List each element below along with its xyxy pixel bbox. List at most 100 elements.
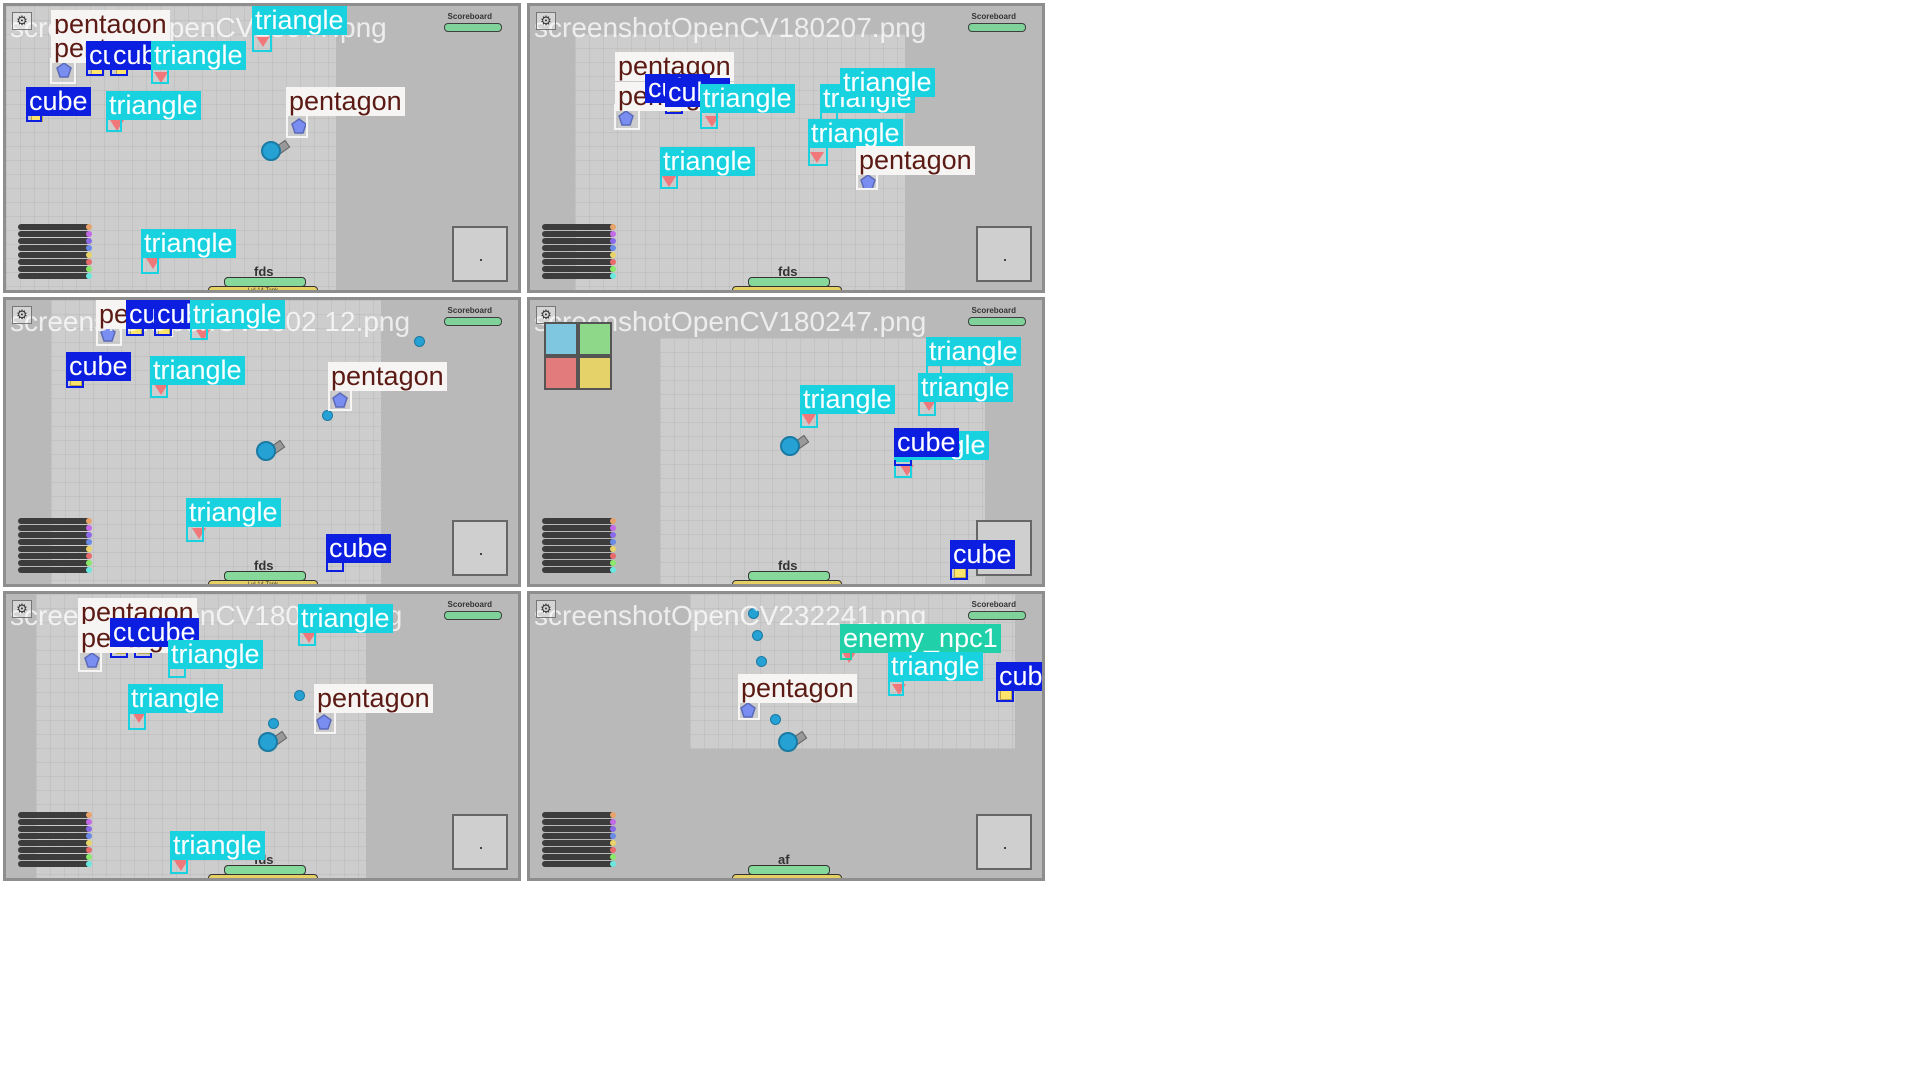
stat-plus-icon[interactable]	[610, 266, 616, 272]
stat-bar[interactable]	[542, 539, 616, 545]
stat-bar[interactable]	[18, 245, 92, 251]
stat-plus-icon[interactable]	[86, 819, 92, 825]
stat-plus-icon[interactable]	[86, 245, 92, 251]
stat-bar[interactable]	[18, 553, 92, 559]
stat-bar[interactable]	[18, 252, 92, 258]
stat-plus-icon[interactable]	[610, 238, 616, 244]
stat-plus-icon[interactable]	[610, 847, 616, 853]
settings-gear-icon[interactable]: ⚙	[536, 600, 556, 618]
stat-plus-icon[interactable]	[86, 812, 92, 818]
stat-plus-icon[interactable]	[610, 539, 616, 545]
stat-bar[interactable]	[18, 518, 92, 524]
upgrade-option[interactable]	[544, 356, 578, 390]
upgrade-option[interactable]	[578, 356, 612, 390]
stat-bar[interactable]	[542, 840, 616, 846]
stat-upgrade-panel[interactable]	[542, 224, 616, 280]
stat-plus-icon[interactable]	[610, 553, 616, 559]
stat-plus-icon[interactable]	[86, 525, 92, 531]
stat-bar[interactable]	[18, 273, 92, 279]
stat-bar[interactable]	[18, 840, 92, 846]
stat-bar[interactable]	[542, 532, 616, 538]
stat-plus-icon[interactable]	[86, 560, 92, 566]
stat-plus-icon[interactable]	[86, 266, 92, 272]
stat-bar[interactable]	[542, 833, 616, 839]
stat-plus-icon[interactable]	[86, 833, 92, 839]
stat-bar[interactable]	[18, 525, 92, 531]
stat-plus-icon[interactable]	[610, 854, 616, 860]
stat-bar[interactable]	[542, 238, 616, 244]
stat-bar[interactable]	[18, 238, 92, 244]
stat-plus-icon[interactable]	[610, 567, 616, 573]
stat-bar[interactable]	[18, 224, 92, 230]
stat-plus-icon[interactable]	[610, 245, 616, 251]
stat-bar[interactable]	[542, 525, 616, 531]
stat-plus-icon[interactable]	[610, 231, 616, 237]
stat-bar[interactable]	[542, 259, 616, 265]
stat-bar[interactable]	[542, 847, 616, 853]
upgrade-option[interactable]	[578, 322, 612, 356]
stat-plus-icon[interactable]	[610, 840, 616, 846]
stat-bar[interactable]	[18, 826, 92, 832]
stat-plus-icon[interactable]	[86, 231, 92, 237]
stat-plus-icon[interactable]	[86, 861, 92, 867]
stat-bar[interactable]	[18, 861, 92, 867]
settings-gear-icon[interactable]: ⚙	[12, 12, 32, 30]
stat-upgrade-panel[interactable]	[542, 812, 616, 868]
stat-bar[interactable]	[542, 854, 616, 860]
stat-upgrade-panel[interactable]	[18, 812, 92, 868]
stat-bar[interactable]	[18, 854, 92, 860]
stat-plus-icon[interactable]	[610, 532, 616, 538]
stat-upgrade-panel[interactable]	[18, 224, 92, 280]
stat-plus-icon[interactable]	[86, 252, 92, 258]
stat-bar[interactable]	[542, 553, 616, 559]
stat-plus-icon[interactable]	[86, 532, 92, 538]
stat-plus-icon[interactable]	[86, 238, 92, 244]
settings-gear-icon[interactable]: ⚙	[12, 600, 32, 618]
stat-plus-icon[interactable]	[610, 819, 616, 825]
stat-bar[interactable]	[18, 847, 92, 853]
stat-plus-icon[interactable]	[86, 539, 92, 545]
stat-bar[interactable]	[18, 819, 92, 825]
stat-bar[interactable]	[18, 833, 92, 839]
stat-plus-icon[interactable]	[86, 826, 92, 832]
stat-bar[interactable]	[18, 567, 92, 573]
stat-bar[interactable]	[542, 224, 616, 230]
stat-upgrade-panel[interactable]	[18, 518, 92, 574]
stat-plus-icon[interactable]	[86, 546, 92, 552]
stat-bar[interactable]	[542, 826, 616, 832]
stat-plus-icon[interactable]	[610, 259, 616, 265]
stat-bar[interactable]	[18, 546, 92, 552]
stat-bar[interactable]	[18, 812, 92, 818]
stat-plus-icon[interactable]	[610, 560, 616, 566]
stat-bar[interactable]	[542, 861, 616, 867]
stat-plus-icon[interactable]	[86, 567, 92, 573]
stat-bar[interactable]	[542, 546, 616, 552]
stat-plus-icon[interactable]	[86, 553, 92, 559]
stat-bar[interactable]	[542, 560, 616, 566]
stat-bar[interactable]	[18, 259, 92, 265]
stat-bar[interactable]	[542, 231, 616, 237]
stat-plus-icon[interactable]	[610, 224, 616, 230]
stat-plus-icon[interactable]	[610, 273, 616, 279]
stat-bar[interactable]	[542, 273, 616, 279]
stat-plus-icon[interactable]	[86, 518, 92, 524]
stat-upgrade-panel[interactable]	[542, 518, 616, 574]
stat-plus-icon[interactable]	[610, 546, 616, 552]
stat-plus-icon[interactable]	[86, 273, 92, 279]
stat-plus-icon[interactable]	[610, 812, 616, 818]
stat-plus-icon[interactable]	[86, 224, 92, 230]
stat-bar[interactable]	[18, 539, 92, 545]
stat-bar[interactable]	[18, 231, 92, 237]
stat-bar[interactable]	[542, 819, 616, 825]
stat-plus-icon[interactable]	[610, 518, 616, 524]
stat-plus-icon[interactable]	[86, 847, 92, 853]
stat-bar[interactable]	[542, 252, 616, 258]
stat-bar[interactable]	[18, 532, 92, 538]
upgrade-option[interactable]	[544, 322, 578, 356]
stat-plus-icon[interactable]	[610, 826, 616, 832]
stat-plus-icon[interactable]	[86, 854, 92, 860]
stat-plus-icon[interactable]	[610, 525, 616, 531]
stat-bar[interactable]	[18, 266, 92, 272]
stat-bar[interactable]	[542, 518, 616, 524]
stat-plus-icon[interactable]	[86, 259, 92, 265]
